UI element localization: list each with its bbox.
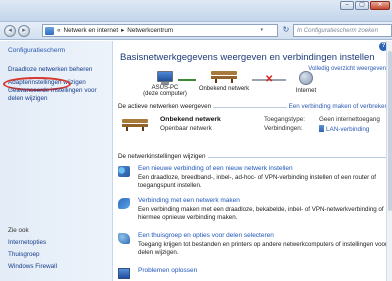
access-type-row: Toegangstype: Geen internettoegang: [264, 116, 380, 123]
task-link[interactable]: Problemen oplossen: [138, 267, 197, 274]
connect-disconnect-link[interactable]: Een verbinding maken of verbreken: [286, 103, 388, 110]
maximize-button[interactable]: ▢: [355, 1, 369, 10]
task-new-connection: Een nieuwe verbinding of een nieuw netwe…: [118, 165, 388, 195]
troubleshoot-icon: [118, 268, 130, 279]
breadcrumb-overflow[interactable]: «: [57, 27, 61, 34]
sidebar-item-sharing-settings[interactable]: Geavanceerde instellingen voor delen wij…: [8, 87, 112, 103]
connections-label: Verbindingen:: [264, 125, 303, 132]
scrollbar-thumb[interactable]: [388, 51, 392, 211]
task-link[interactable]: Verbinding met een netwerk maken: [138, 197, 240, 204]
search-input[interactable]: In Configuratiescherm zoeken: [293, 24, 392, 37]
globe-icon: [299, 71, 313, 85]
see-also-internet-options[interactable]: Internetopties: [8, 239, 112, 247]
connect-network-icon: [118, 198, 130, 209]
active-network: Onbekend netwerk Openbaar netwerk Toegan…: [120, 113, 390, 143]
refresh-icon[interactable]: ↻: [280, 25, 292, 36]
page-title: Basisnetwerkgegevens weergeven en verbin…: [120, 52, 375, 63]
close-button[interactable]: ✕: [370, 1, 390, 10]
task-troubleshoot: Problemen oplossen: [118, 267, 388, 281]
see-also-homegroup[interactable]: Thuisgroep: [8, 251, 112, 259]
address-bar[interactable]: « Netwerk en internet ▸ Netwerkcentrum ▾: [42, 24, 278, 37]
breadcrumb-separator: ▸: [121, 27, 125, 34]
scrollbar[interactable]: [386, 41, 392, 281]
lan-icon: [319, 125, 324, 132]
error-x-icon: ✕: [265, 74, 274, 85]
sidebar: Configuratiescherm Draadloze netwerken b…: [0, 41, 113, 281]
access-type-label: Toegangstype:: [264, 116, 305, 123]
window-controls: – ▢ ✕: [340, 1, 390, 10]
chevron-down-icon[interactable]: ▾: [260, 27, 263, 33]
network-type-link[interactable]: Openbaar netwerk: [160, 125, 212, 132]
homegroup-icon: [118, 233, 130, 244]
map-computer-node: ASUS-PC (deze computer): [140, 71, 190, 97]
active-network-name: Onbekend netwerk: [160, 116, 221, 123]
see-also-label: Zie ook: [8, 227, 29, 234]
new-connection-icon: [118, 166, 130, 177]
back-button[interactable]: ◂: [4, 25, 16, 37]
map-network-node: Onbekend netwerk: [194, 69, 254, 92]
map-computer-sublabel: (deze computer): [143, 91, 187, 97]
breadcrumb-network-center[interactable]: Netwerkcentrum: [127, 27, 173, 34]
task-description: Een verbinding maken met een draadloze, …: [138, 206, 384, 222]
forward-button[interactable]: ▸: [18, 25, 30, 37]
map-network-label: Onbekend netwerk: [198, 86, 250, 92]
access-type-value: Geen internettoegang: [319, 116, 380, 123]
sidebar-item-wireless[interactable]: Draadloze netwerken beheren: [8, 66, 112, 74]
see-also-firewall[interactable]: Windows Firewall: [8, 263, 112, 271]
minimize-button[interactable]: –: [340, 1, 354, 10]
network-map: ASUS-PC (deze computer) Onbekend netwerk…: [132, 71, 332, 107]
sidebar-home-link[interactable]: Configuratiescherm: [8, 47, 65, 54]
task-homegroup: Een thuisgroep en opties voor delen sele…: [118, 232, 388, 262]
bench-network-icon: [122, 117, 148, 131]
lan-connection-link[interactable]: LAN-verbinding: [319, 125, 369, 133]
map-internet-node: Internet: [284, 71, 328, 94]
task-description: Toegang krijgen tot bestanden en printer…: [138, 241, 388, 257]
navigation-bar: ◂ ▸ « Netwerk en internet ▸ Netwerkcentr…: [0, 22, 392, 40]
task-connect-network: Verbinding met een netwerk maken Een ver…: [118, 197, 388, 227]
map-internet-label: Internet: [295, 88, 317, 94]
computer-icon: [157, 71, 173, 82]
main-content: ? Basisnetwerkgegevens weergeven en verb…: [114, 41, 392, 281]
active-networks-label: De actieve netwerken weergeven: [118, 103, 214, 110]
task-link[interactable]: Een nieuwe verbinding of een nieuw netwe…: [138, 165, 293, 172]
breadcrumb-network-internet[interactable]: Netwerk en internet: [64, 27, 119, 34]
task-link[interactable]: Een thuisgroep en opties voor delen sele…: [138, 232, 274, 239]
bench-network-icon: [211, 69, 237, 83]
title-bar: – ▢ ✕: [0, 0, 392, 22]
connections-row: Verbindingen: LAN-verbinding: [264, 125, 369, 133]
control-panel-icon: [45, 26, 54, 35]
task-description: Een draadloze, breedband-, inbel-, ad-ho…: [138, 174, 377, 190]
settings-label: De netwerkinstellingen wijzigen: [118, 153, 208, 160]
